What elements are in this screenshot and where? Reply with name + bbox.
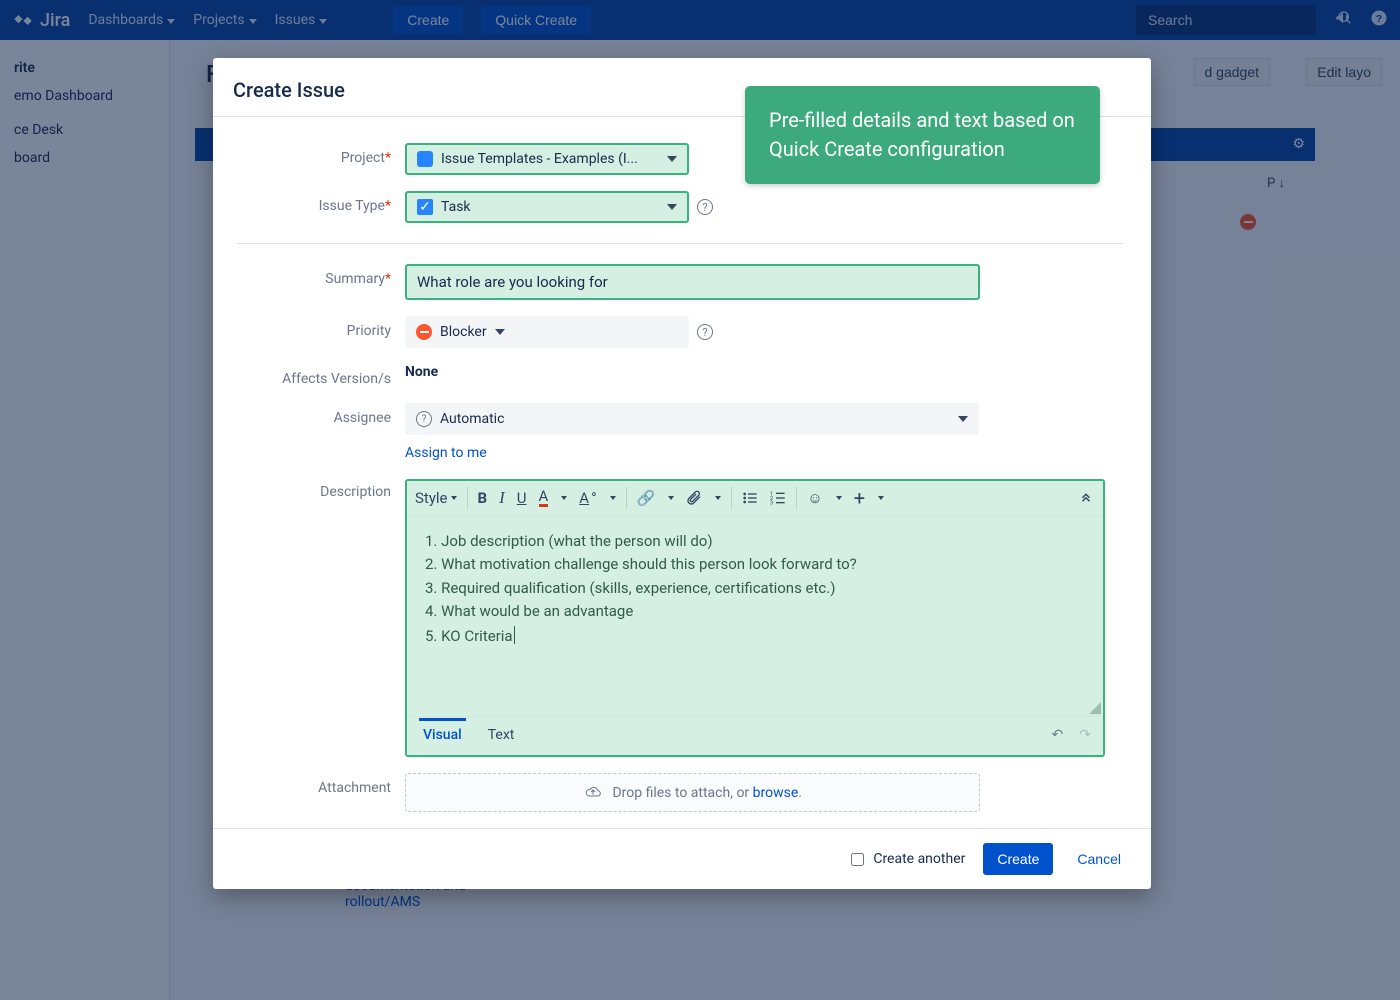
chevron-down-icon [561, 496, 567, 500]
label-project: Project* [237, 143, 405, 166]
svg-text:3: 3 [770, 501, 773, 506]
text-color-icon[interactable]: A [539, 489, 549, 507]
dialog-footer: Create another Create Cancel [213, 828, 1151, 889]
chevron-down-icon [495, 329, 505, 335]
annotation-callout: Pre-filled details and text based on Qui… [745, 86, 1100, 184]
assign-to-me-link[interactable]: Assign to me [405, 445, 487, 461]
link-icon[interactable]: 🔗 [637, 489, 656, 507]
description-editor: Style B I U A A° [405, 479, 1105, 757]
cancel-button[interactable]: Cancel [1071, 850, 1127, 868]
chevron-down-icon [715, 496, 721, 500]
bold-icon[interactable]: B [478, 489, 488, 507]
chevron-down-icon [610, 496, 616, 500]
chevron-down-icon [878, 496, 884, 500]
italic-icon[interactable]: I [499, 488, 505, 508]
chevron-down-icon [958, 416, 968, 422]
project-select[interactable]: Issue Templates - Examples (I... [405, 143, 689, 175]
rte-toolbar: Style B I U A A° [407, 481, 1103, 516]
priority-blocker-icon [416, 324, 432, 340]
label-description: Description [237, 477, 405, 500]
rte-tab-visual[interactable]: Visual [419, 718, 466, 749]
affects-versions-value: None [405, 364, 438, 380]
emoji-icon[interactable]: ☺ [807, 489, 822, 507]
rte-style-menu[interactable]: Style [415, 489, 457, 507]
chevron-down-icon [667, 204, 677, 210]
label-issue-type: Issue Type* [237, 191, 405, 214]
underline-icon[interactable]: U [517, 489, 527, 507]
collapse-toolbar-icon[interactable] [1079, 489, 1093, 507]
numbered-list-icon[interactable]: 123 [770, 490, 786, 506]
bullet-list-icon[interactable] [742, 490, 758, 506]
attachment-icon[interactable] [686, 490, 702, 506]
chevron-down-icon [667, 156, 677, 162]
label-assignee: Assignee [237, 403, 405, 426]
label-summary: Summary* [237, 264, 405, 287]
summary-input[interactable] [405, 264, 980, 300]
redo-icon[interactable]: ↷ [1079, 727, 1091, 743]
attachment-dropzone[interactable]: Drop files to attach, or browse. [405, 773, 980, 812]
undo-icon[interactable]: ↶ [1052, 727, 1064, 743]
assignee-select[interactable]: ? Automatic [405, 403, 979, 435]
priority-select[interactable]: Blocker [405, 316, 689, 348]
label-attachment: Attachment [237, 773, 405, 796]
label-affects-versions: Affects Version/s [237, 364, 405, 387]
rte-tab-text[interactable]: Text [484, 721, 519, 749]
rte-content[interactable]: 1. Job description (what the person will… [407, 516, 1103, 716]
label-priority: Priority [237, 316, 405, 339]
project-icon [417, 151, 433, 167]
automatic-assignee-icon: ? [416, 411, 432, 427]
clear-formatting-icon[interactable]: A° [579, 489, 596, 507]
issue-type-select[interactable]: ✓ Task [405, 191, 689, 223]
resize-handle-icon[interactable] [1089, 702, 1101, 714]
create-submit-button[interactable]: Create [983, 843, 1053, 875]
chevron-down-icon [668, 496, 674, 500]
help-icon[interactable]: ? [697, 199, 713, 215]
help-icon[interactable]: ? [697, 324, 713, 340]
task-icon: ✓ [417, 199, 433, 215]
create-another-checkbox[interactable]: Create another [847, 850, 965, 869]
chevron-down-icon [836, 496, 842, 500]
more-insert-icon[interactable]: + [854, 491, 865, 505]
